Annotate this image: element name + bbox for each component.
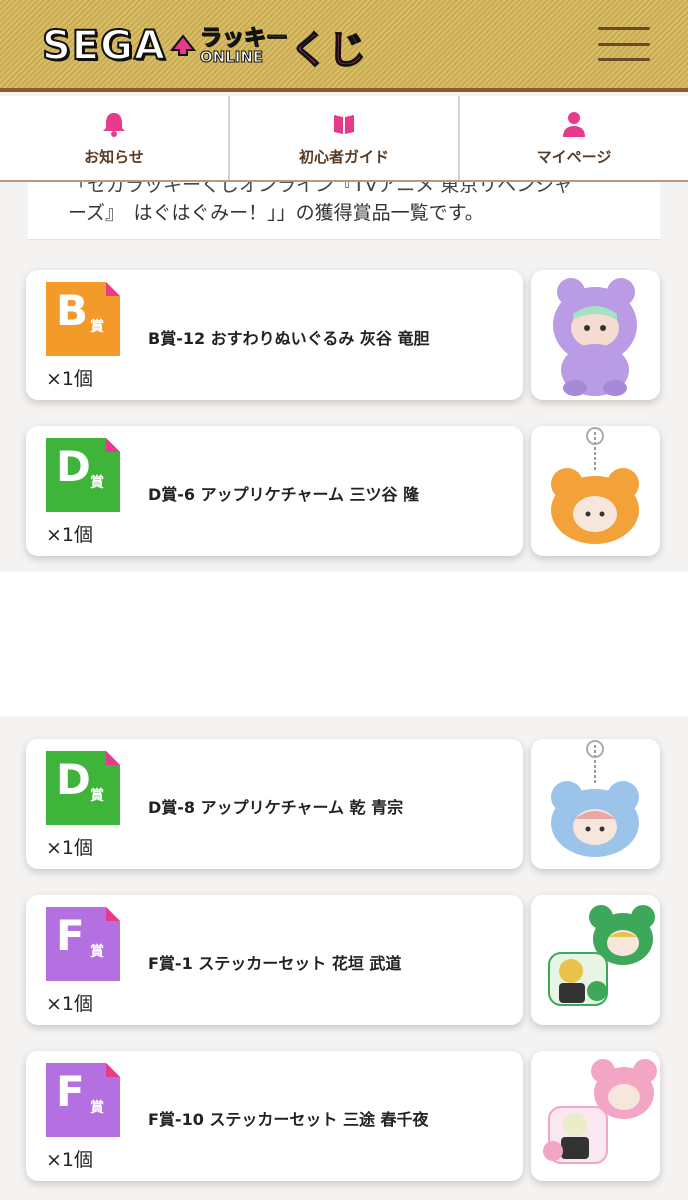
intro-line-1: 「セガラッキーくじオンライン『TVアニメ 東京リベンジャ xyxy=(68,182,573,196)
menu-line-icon xyxy=(598,58,650,61)
menu-line-icon xyxy=(598,42,650,46)
orange-charm-image[interactable] xyxy=(531,426,660,556)
prize-name: D賞-8 アップリケチャーム 乾 青宗 xyxy=(148,798,404,817)
nav-label-mypage: マイページ xyxy=(536,147,612,166)
menu-line-icon xyxy=(598,27,650,30)
prize-name: D賞-6 アップリケチャーム 三ツ谷 隆 xyxy=(148,485,420,504)
site-header: SEGA ラッキー ONLINE くじ xyxy=(0,0,688,92)
grade-letter: F xyxy=(56,1067,85,1116)
prize-card[interactable]: F 賞 ×1個 F賞-1 ステッカーセット 花垣 武道 xyxy=(26,895,523,1025)
prize-card[interactable]: D 賞 ×1個 D賞-8 アップリケチャーム 乾 青宗 xyxy=(26,739,523,869)
prize-name: B賞-12 おすわりぬいぐるみ 灰谷 竜胆 xyxy=(148,329,430,348)
grade-sho: 賞 xyxy=(90,319,104,335)
nav-item-news[interactable]: お知らせ xyxy=(0,96,230,180)
user-icon xyxy=(562,110,586,138)
purple-plush-image[interactable] xyxy=(531,270,660,400)
grade-sho: 賞 xyxy=(90,788,104,804)
sega-lucky-kuji-logo[interactable]: SEGA ラッキー ONLINE くじ xyxy=(41,22,367,72)
bell-icon xyxy=(102,110,126,138)
nav-label-news: お知らせ xyxy=(84,147,144,166)
grade-badge-b: B 賞 xyxy=(46,282,120,356)
prize-quantity: ×1個 xyxy=(46,368,94,390)
intro-description: 「セガラッキーくじオンライン『TVアニメ 東京リベンジャ ーズ』 はぐはぐみー！… xyxy=(28,182,660,240)
grade-letter: F xyxy=(56,911,85,960)
grade-sho: 賞 xyxy=(90,475,104,491)
grade-letter: B xyxy=(56,286,89,335)
grade-sho: 賞 xyxy=(90,944,104,960)
prize-name: F賞-10 ステッカーセット 三途 春千夜 xyxy=(148,1110,429,1129)
logo-kuji-text: くじ xyxy=(289,27,367,73)
blue-charm-image[interactable] xyxy=(531,739,660,869)
prize-card[interactable]: B 賞 ×1個 B賞-12 おすわりぬいぐるみ 灰谷 竜胆 xyxy=(26,270,523,400)
grade-letter: D xyxy=(56,442,91,491)
grade-badge-f: F 賞 xyxy=(46,907,120,981)
pink-sticker-image[interactable] xyxy=(531,1051,660,1181)
prize-quantity: ×1個 xyxy=(46,993,94,1015)
hamburger-menu-button[interactable] xyxy=(598,24,650,64)
green-sticker-image[interactable] xyxy=(531,895,660,1025)
grade-badge-d: D 賞 xyxy=(46,751,120,825)
nav-item-mypage[interactable]: マイページ xyxy=(460,96,688,180)
prize-card[interactable]: F 賞 ×1個 F賞-10 ステッカーセット 三途 春千夜 xyxy=(26,1051,523,1181)
logo-online-text: ONLINE xyxy=(199,47,264,66)
intro-line-2: ーズ』 はぐはぐみー！」」の獲得賞品一覧です。 xyxy=(68,202,484,224)
prize-quantity: ×1個 xyxy=(46,524,94,546)
prize-quantity: ×1個 xyxy=(46,837,94,859)
book-icon xyxy=(332,110,356,138)
grade-sho: 賞 xyxy=(90,1100,104,1116)
grade-letter: D xyxy=(56,755,91,804)
grade-badge-f: F 賞 xyxy=(46,1063,120,1137)
grade-badge-d: D 賞 xyxy=(46,438,120,512)
nav-item-guide[interactable]: 初心者ガイド xyxy=(230,96,460,180)
spade-icon xyxy=(169,33,196,59)
prize-quantity: ×1個 xyxy=(46,1149,94,1171)
nav-label-guide: 初心者ガイド xyxy=(298,147,389,166)
prize-name: F賞-1 ステッカーセット 花垣 武道 xyxy=(148,954,402,973)
prize-card[interactable]: D 賞 ×1個 D賞-6 アップリケチャーム 三ツ谷 隆 xyxy=(26,426,523,556)
blank-area xyxy=(0,572,688,716)
logo-lucky-text: ラッキー xyxy=(199,25,288,51)
main-nav: お知らせ 初心者ガイド マイページ xyxy=(0,96,688,182)
logo-sega-text: SEGA xyxy=(41,22,166,70)
